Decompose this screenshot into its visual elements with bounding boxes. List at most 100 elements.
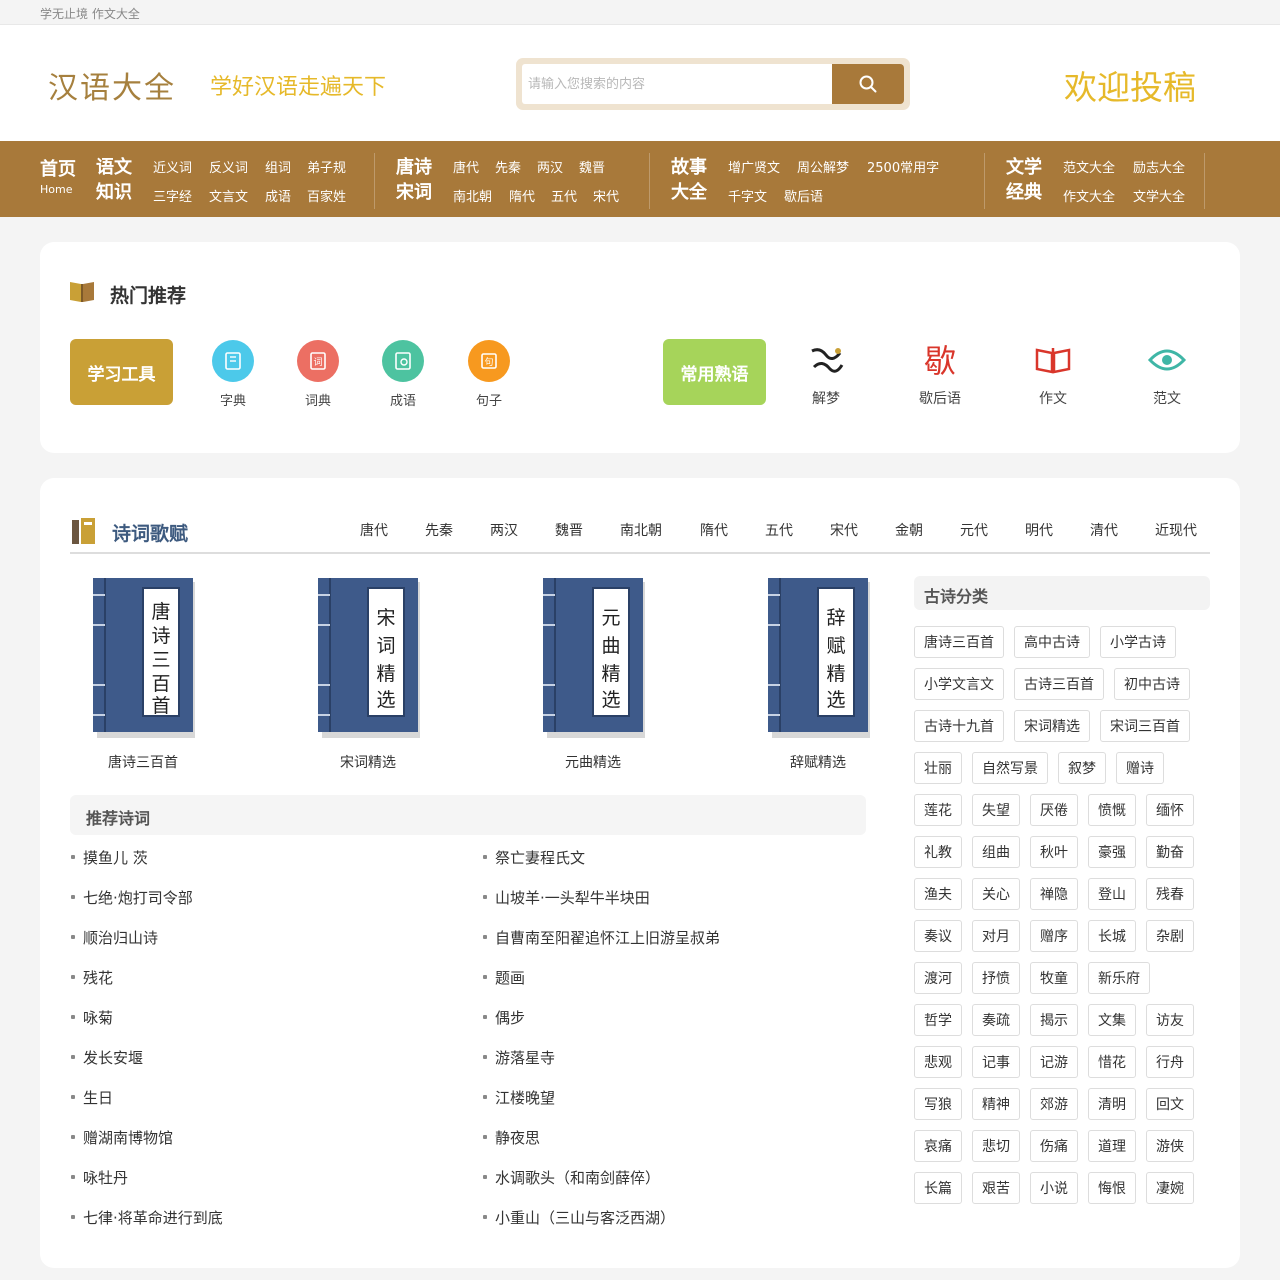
category-tag[interactable]: 哲学	[914, 1004, 962, 1036]
poem-link[interactable]: 七律·将革命进行到底	[71, 1207, 223, 1228]
poem-link[interactable]: 静夜思	[482, 1127, 540, 1148]
nav-link-qianziwen[interactable]: 千字文	[728, 186, 767, 205]
category-tag[interactable]: 豪强	[1088, 836, 1136, 868]
poem-link[interactable]: 顺治归山诗	[70, 927, 158, 948]
poem-link[interactable]: 游落星寺	[482, 1047, 555, 1068]
category-tag[interactable]: 赠序	[1030, 920, 1078, 952]
tab-xianqin[interactable]: 先秦	[425, 520, 453, 540]
poem-link[interactable]: 山坡羊·一头犁牛半块田	[483, 887, 650, 908]
tool-zidian[interactable]: 字典	[203, 340, 263, 409]
book-cifu[interactable]: 辞 赋 精 选 辞赋精选	[743, 576, 893, 772]
category-tag[interactable]: 唐诗三百首	[914, 626, 1004, 658]
category-tag[interactable]: 自然写景	[972, 752, 1048, 784]
category-tag[interactable]: 惜花	[1088, 1046, 1136, 1078]
category-tag[interactable]: 悔恨	[1088, 1172, 1136, 1204]
category-tag[interactable]: 莲花	[914, 794, 962, 826]
category-tag[interactable]: 小学文言文	[914, 668, 1004, 700]
nav-link-zengguang[interactable]: 增广贤文	[728, 157, 780, 176]
nav-group-title-2b[interactable]: 宋词	[396, 180, 432, 205]
category-tag[interactable]: 古诗十九首	[914, 710, 1004, 742]
nav-link-antonym[interactable]: 反义词	[209, 157, 248, 176]
tool-cidian[interactable]: 词 词典	[288, 340, 348, 409]
poem-link[interactable]: 咏菊	[70, 1007, 113, 1028]
category-tag[interactable]: 登山	[1088, 878, 1136, 910]
nav-link-zhougong[interactable]: 周公解梦	[797, 157, 849, 176]
category-tag[interactable]: 访友	[1146, 1004, 1194, 1036]
category-tag[interactable]: 杂剧	[1146, 920, 1194, 952]
category-tag[interactable]: 记事	[972, 1046, 1020, 1078]
category-tag[interactable]: 宋词精选	[1014, 710, 1090, 742]
category-tag[interactable]: 艰苦	[972, 1172, 1020, 1204]
tab-wudai[interactable]: 五代	[765, 520, 793, 540]
category-tag[interactable]: 写狼	[914, 1088, 962, 1120]
category-tag[interactable]: 新乐府	[1088, 962, 1150, 994]
category-tag[interactable]: 凄婉	[1146, 1172, 1194, 1204]
category-tag[interactable]: 禅隐	[1030, 878, 1078, 910]
category-tag[interactable]: 游侠	[1146, 1130, 1194, 1162]
category-tag[interactable]: 奏议	[914, 920, 962, 952]
category-tag[interactable]: 清明	[1088, 1088, 1136, 1120]
category-tag[interactable]: 渔夫	[914, 878, 962, 910]
category-tag[interactable]: 行舟	[1146, 1046, 1194, 1078]
poem-link[interactable]: 祭亡妻程氏文	[482, 847, 585, 868]
category-tag[interactable]: 组曲	[972, 836, 1020, 868]
category-tag[interactable]: 厌倦	[1030, 794, 1078, 826]
tab-suidai[interactable]: 隋代	[700, 520, 728, 540]
category-tag[interactable]: 初中古诗	[1114, 668, 1190, 700]
tab-tangdai[interactable]: 唐代	[360, 520, 388, 540]
category-tag[interactable]: 文集	[1088, 1004, 1136, 1036]
category-tag[interactable]: 愤慨	[1088, 794, 1136, 826]
category-tag[interactable]: 奏疏	[972, 1004, 1020, 1036]
tab-weijin[interactable]: 魏晋	[555, 520, 583, 540]
category-tag[interactable]: 郊游	[1030, 1088, 1078, 1120]
idiom-zuowen[interactable]: 作文	[1008, 342, 1098, 408]
poem-link[interactable]: 七绝·炮打司令部	[71, 887, 193, 908]
category-tag[interactable]: 长篇	[914, 1172, 962, 1204]
idiom-jiemeng[interactable]: 解梦	[781, 342, 871, 408]
tool-chengyu[interactable]: 成语	[373, 340, 433, 409]
nav-link-chengyu[interactable]: 成语	[265, 186, 291, 205]
tab-mingdai[interactable]: 明代	[1025, 520, 1053, 540]
category-tag[interactable]: 高中古诗	[1014, 626, 1090, 658]
nav-link-songdai[interactable]: 宋代	[593, 186, 619, 205]
nav-link-lizhi[interactable]: 励志大全	[1133, 157, 1185, 176]
nav-link-xianqin[interactable]: 先秦	[495, 157, 521, 176]
poem-link[interactable]: 自曹南至阳翟追怀江上旧游呈叔弟	[482, 927, 720, 948]
nav-group-title-4b[interactable]: 经典	[1006, 180, 1042, 205]
search-input[interactable]	[522, 64, 834, 104]
category-tag[interactable]: 古诗三百首	[1014, 668, 1104, 700]
nav-group-title-4a[interactable]: 文学	[1006, 155, 1042, 180]
tab-nanbeichao[interactable]: 南北朝	[620, 520, 662, 540]
book-tangshi[interactable]: 唐 诗 三 百 首 唐诗三百首	[68, 576, 218, 772]
category-tag[interactable]: 小学古诗	[1100, 626, 1176, 658]
nav-link-zuowen[interactable]: 作文大全	[1063, 186, 1115, 205]
category-tag[interactable]: 对月	[972, 920, 1020, 952]
nav-group-title-1a[interactable]: 语文	[96, 155, 132, 180]
book-songci[interactable]: 宋 词 精 选 宋词精选	[293, 576, 443, 772]
learning-tools-button[interactable]: 学习工具	[70, 339, 173, 405]
category-tag[interactable]: 宋词三百首	[1100, 710, 1190, 742]
nav-group-title-3b[interactable]: 大全	[671, 180, 707, 205]
poem-link[interactable]: 咏牡丹	[70, 1167, 128, 1188]
poem-link[interactable]: 生日	[70, 1087, 113, 1108]
category-tag[interactable]: 道理	[1088, 1130, 1136, 1162]
category-tag[interactable]: 悲观	[914, 1046, 962, 1078]
nav-home[interactable]: 首页	[40, 157, 76, 182]
tool-juzi[interactable]: 句 句子	[459, 340, 519, 409]
category-tag[interactable]: 关心	[972, 878, 1020, 910]
poem-link[interactable]: 赠湖南博物馆	[70, 1127, 173, 1148]
nav-link-synonym[interactable]: 近义词	[153, 157, 192, 176]
book-yuanqu[interactable]: 元 曲 精 选 元曲精选	[518, 576, 668, 772]
category-tag[interactable]: 叙梦	[1058, 752, 1106, 784]
nav-link-lianghan[interactable]: 两汉	[537, 157, 563, 176]
category-tag[interactable]: 揭示	[1030, 1004, 1078, 1036]
category-tag[interactable]: 牧童	[1030, 962, 1078, 994]
category-tag[interactable]: 残春	[1146, 878, 1194, 910]
search-button[interactable]	[832, 64, 904, 104]
nav-link-wenyanwen[interactable]: 文言文	[209, 186, 248, 205]
tab-jinxiandai[interactable]: 近现代	[1155, 520, 1197, 540]
poem-link[interactable]: 小重山（三山与客泛西湖）	[482, 1207, 675, 1228]
nav-link-tangdai[interactable]: 唐代	[453, 157, 479, 176]
category-tag[interactable]: 赠诗	[1116, 752, 1164, 784]
category-tag[interactable]: 礼教	[914, 836, 962, 868]
